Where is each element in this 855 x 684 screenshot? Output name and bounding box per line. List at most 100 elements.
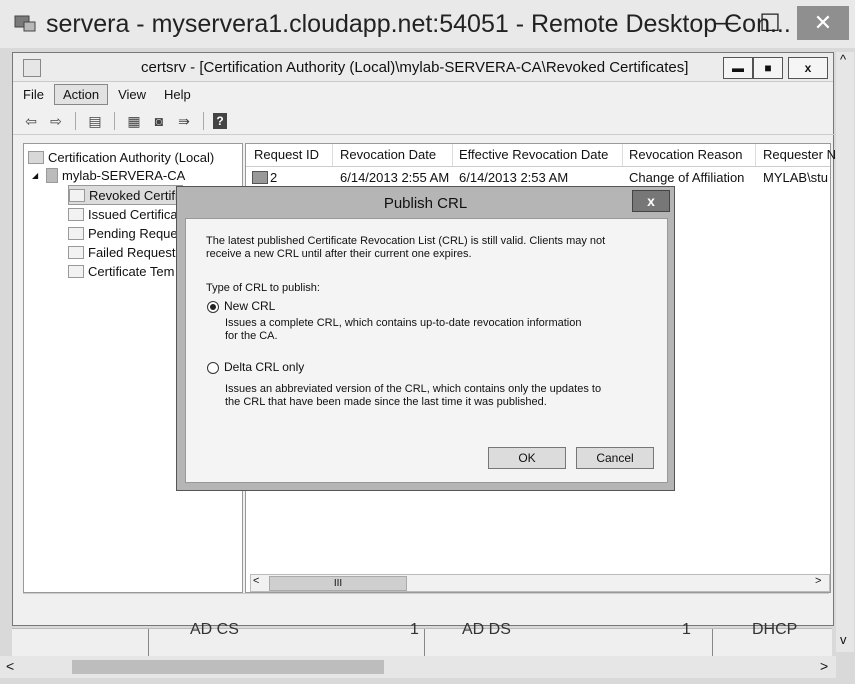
folder-icon bbox=[68, 264, 84, 278]
request-id-cell: 2 bbox=[252, 170, 277, 185]
tree-item-ca[interactable]: ◢ mylab-SERVERA-CA bbox=[32, 166, 185, 184]
export-list-icon[interactable]: ⇛ bbox=[174, 111, 194, 131]
dashboard-tile-ad-ds[interactable]: AD DS bbox=[462, 621, 511, 651]
scroll-right-arrow-icon[interactable]: > bbox=[820, 658, 828, 674]
tree-item-label: Pending Reque bbox=[88, 225, 178, 241]
mmc-window-title: certsrv - [Certification Authority (Loca… bbox=[141, 59, 689, 76]
dialog-title: Publish CRL bbox=[383, 195, 468, 212]
delta-crl-description: the CRL that have been made since the la… bbox=[225, 396, 547, 408]
server-manager-dashboard-strip: AD CS 1 AD DS 1 DHCP bbox=[12, 621, 832, 659]
column-divider[interactable] bbox=[622, 144, 623, 166]
tree-root-ca-local[interactable]: Certification Authority (Local) bbox=[28, 148, 214, 166]
ok-button[interactable]: OK bbox=[488, 447, 566, 469]
scroll-left-arrow-icon[interactable]: < bbox=[253, 575, 259, 587]
forward-arrow-icon[interactable]: ⇨ bbox=[46, 111, 66, 131]
certification-authority-icon bbox=[28, 150, 44, 164]
dialog-intro-line: The latest published Certificate Revocat… bbox=[206, 235, 606, 247]
scroll-right-arrow-icon[interactable]: > bbox=[815, 575, 821, 587]
request-id-value: 2 bbox=[270, 170, 278, 185]
toolbar-separator bbox=[203, 112, 204, 130]
column-header-revocation-date[interactable]: Revocation Date bbox=[340, 147, 436, 162]
rdp-maximize-button[interactable]: ☐ bbox=[744, 6, 796, 40]
mmc-maximize-button[interactable]: ■ bbox=[753, 57, 783, 79]
menu-bar: File Action View Help bbox=[13, 83, 833, 105]
menu-file[interactable]: File bbox=[15, 85, 52, 104]
show-hide-tree-icon[interactable]: ▦ bbox=[124, 111, 144, 131]
rdp-horizontal-scrollbar[interactable]: < > bbox=[0, 656, 836, 678]
tree-item-revoked[interactable]: Revoked Certifi bbox=[68, 185, 183, 205]
dashboard-tile-count: 1 bbox=[682, 621, 691, 638]
scroll-down-arrow-icon[interactable]: v bbox=[840, 632, 847, 647]
list-horizontal-scrollbar[interactable]: < III > bbox=[250, 574, 830, 592]
expand-arrow-icon[interactable]: ◢ bbox=[32, 171, 42, 180]
new-crl-description: Issues a complete CRL, which contains up… bbox=[225, 317, 582, 329]
mmc-close-button[interactable]: x bbox=[788, 57, 828, 79]
dialog-intro-line: receive a new CRL until after their curr… bbox=[206, 248, 472, 260]
menu-action[interactable]: Action bbox=[53, 83, 109, 105]
revocation-date-cell: 6/14/2013 2:55 AM bbox=[340, 170, 450, 185]
mmc-minimize-button[interactable]: ▬ bbox=[723, 57, 753, 79]
column-header-request-id[interactable]: Request ID bbox=[254, 147, 319, 162]
toolbar-separator bbox=[75, 112, 76, 130]
delta-crl-radio[interactable] bbox=[207, 362, 219, 374]
column-header-effective-date[interactable]: Effective Revocation Date bbox=[459, 147, 608, 162]
rdp-window-title: servera - myservera1.cloudapp.net:54051 … bbox=[46, 10, 791, 38]
cancel-button[interactable]: Cancel bbox=[576, 447, 654, 469]
server-ca-icon bbox=[46, 167, 58, 183]
tree-item-issued[interactable]: Issued Certifica bbox=[68, 205, 178, 223]
scrollbar-thumb[interactable] bbox=[72, 660, 384, 674]
tile-divider bbox=[424, 629, 425, 659]
dialog-close-button[interactable]: x bbox=[632, 190, 670, 212]
delta-crl-description: Issues an abbreviated version of the CRL… bbox=[225, 383, 602, 395]
tree-item-label: Failed Requests bbox=[88, 244, 182, 260]
tree-item-label: Revoked Certifi bbox=[89, 187, 178, 203]
folder-icon bbox=[69, 188, 85, 202]
scroll-left-arrow-icon[interactable]: < bbox=[6, 658, 14, 674]
list-header: Request ID Revocation Date Effective Rev… bbox=[246, 144, 836, 167]
tree-root-label: Certification Authority (Local) bbox=[48, 149, 215, 165]
rdp-close-button[interactable]: ✕ bbox=[797, 6, 849, 40]
tree-item-templates[interactable]: Certificate Tem bbox=[68, 262, 174, 280]
folder-icon bbox=[68, 207, 84, 221]
back-arrow-icon[interactable]: ⇦ bbox=[21, 111, 41, 131]
remote-desktop-icon bbox=[14, 15, 36, 32]
column-header-revocation-reason[interactable]: Revocation Reason bbox=[629, 147, 742, 162]
requester-cell: MYLAB\stu bbox=[763, 170, 829, 185]
menu-view[interactable]: View bbox=[110, 85, 154, 104]
effective-date-cell: 6/14/2013 2:53 AM bbox=[459, 170, 569, 185]
tree-item-failed[interactable]: Failed Requests bbox=[68, 243, 182, 261]
certsrv-app-icon bbox=[23, 59, 41, 77]
tree-ca-label: mylab-SERVERA-CA bbox=[62, 167, 186, 183]
scrollbar-thumb[interactable]: III bbox=[269, 576, 407, 591]
rdp-vertical-scrollbar[interactable]: ^ v bbox=[836, 52, 854, 652]
new-crl-description: for the CA. bbox=[225, 330, 278, 342]
toolbar: ⇦ ⇨ ▤ ▦ ◙ ⇛ ? bbox=[13, 108, 841, 135]
column-divider[interactable] bbox=[332, 144, 333, 166]
tile-divider bbox=[712, 629, 713, 659]
tile-divider bbox=[148, 629, 149, 659]
crl-type-label: Type of CRL to publish: bbox=[206, 282, 320, 294]
column-divider[interactable] bbox=[755, 144, 756, 166]
delta-crl-label[interactable]: Delta CRL only bbox=[224, 361, 304, 374]
status-bar bbox=[23, 593, 829, 620]
scroll-up-arrow-icon[interactable]: ^ bbox=[840, 52, 846, 67]
dashboard-tile-ad-cs[interactable]: AD CS bbox=[190, 621, 239, 651]
up-one-level-icon[interactable]: ▤ bbox=[85, 111, 105, 131]
column-divider[interactable] bbox=[452, 144, 453, 166]
revoked-certificate-icon bbox=[252, 171, 268, 184]
revocation-reason-cell: Change of Affiliation bbox=[629, 170, 745, 185]
new-crl-label[interactable]: New CRL bbox=[224, 300, 275, 313]
column-header-requester[interactable]: Requester N bbox=[763, 147, 836, 162]
help-icon[interactable]: ? bbox=[213, 113, 227, 129]
folder-icon bbox=[68, 226, 84, 240]
tree-item-label: Certificate Tem bbox=[88, 263, 175, 279]
new-crl-radio[interactable] bbox=[207, 301, 219, 313]
dashboard-tile-count: 1 bbox=[410, 621, 419, 638]
menu-help[interactable]: Help bbox=[156, 85, 199, 104]
tree-item-label: Issued Certifica bbox=[88, 206, 178, 222]
refresh-icon[interactable]: ◙ bbox=[149, 111, 169, 131]
tree-item-pending[interactable]: Pending Reque bbox=[68, 224, 178, 242]
rdp-titlebar: servera - myservera1.cloudapp.net:54051 … bbox=[0, 0, 855, 49]
dashboard-tile-dhcp[interactable]: DHCP bbox=[752, 621, 797, 651]
dialog-body: The latest published Certificate Revocat… bbox=[185, 218, 668, 483]
